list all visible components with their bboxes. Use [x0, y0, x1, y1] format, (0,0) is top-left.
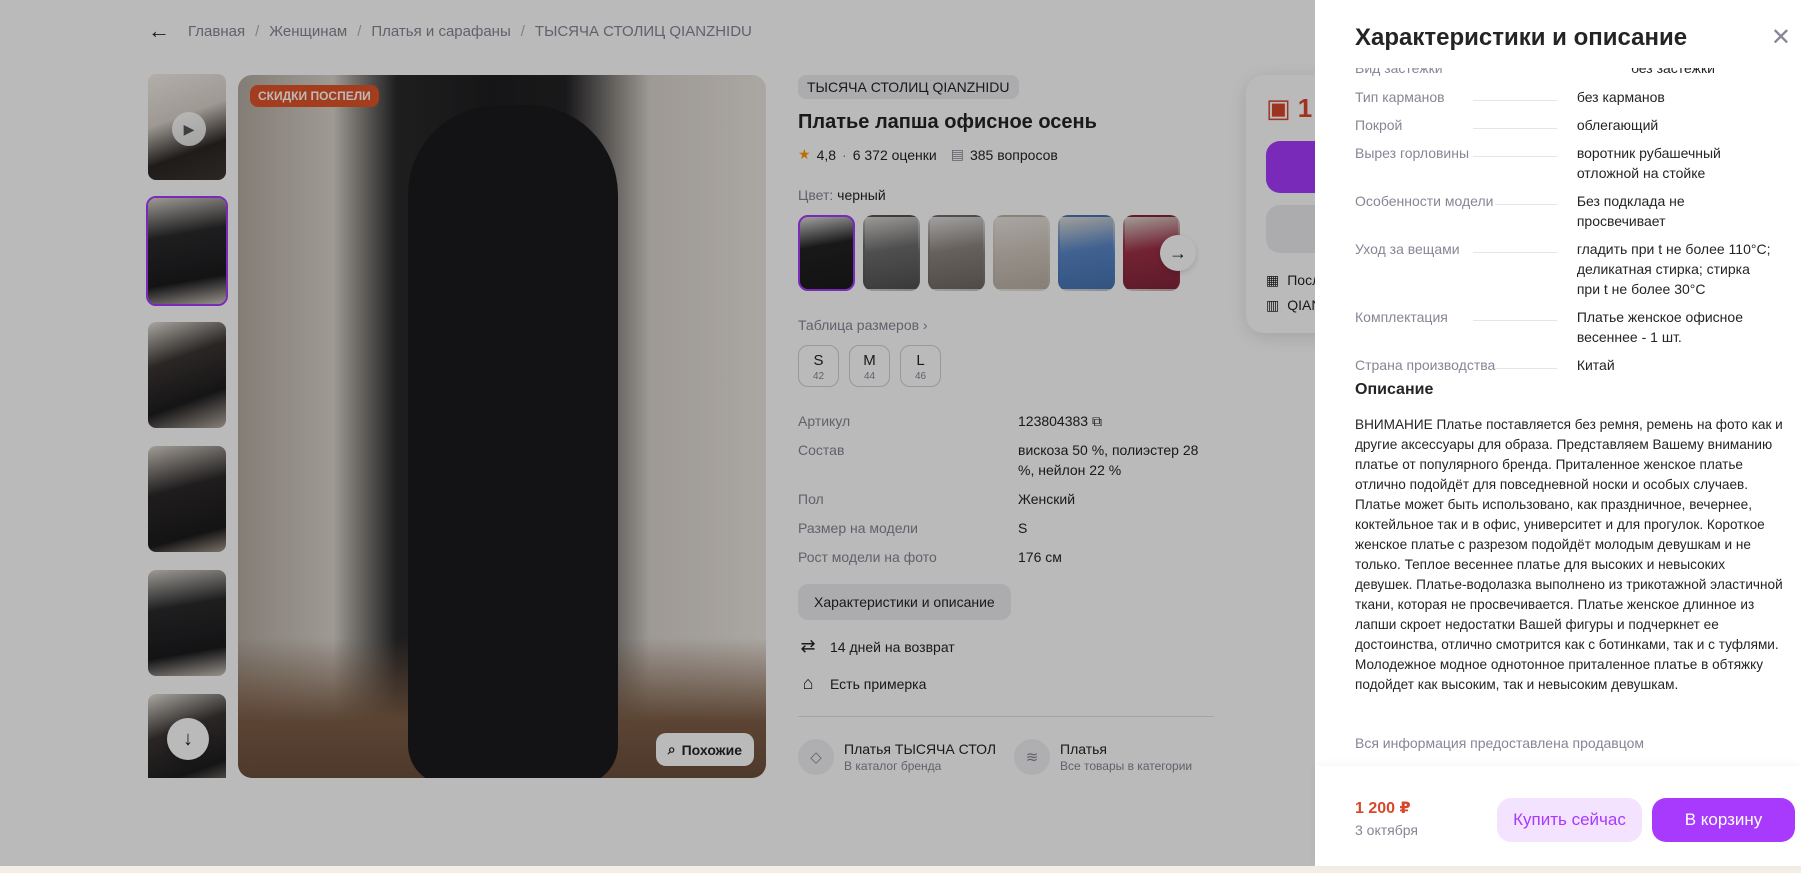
prop-value: Без подклада не просвечивает: [1576, 193, 1685, 229]
prop-row: Особенности модели Без подклада не просв…: [1355, 191, 1775, 231]
prop-key: Комплектация: [1355, 307, 1577, 347]
close-icon[interactable]: ✕: [1771, 26, 1791, 50]
drawer-title: Характеристики и описание: [1355, 24, 1688, 51]
drawer-body: Вид застежки без застежки Тип карманов б…: [1315, 60, 1801, 766]
prop-row: Комплектация Платье женское офисное весе…: [1355, 307, 1775, 347]
prop-row: Покрой облегающий: [1355, 115, 1775, 135]
prop-value: Китай: [1576, 357, 1615, 373]
prop-row: Уход за вещами гладить при t не более 11…: [1355, 239, 1775, 299]
prop-value: Платье женское офисное весеннее - 1 шт.: [1576, 309, 1743, 345]
prop-key: Особенности модели: [1355, 191, 1577, 231]
characteristics-drawer: Характеристики и описание ✕ Вид застежки…: [1315, 0, 1801, 866]
drawer-props: Тип карманов без карманов Покрой облегаю…: [1355, 87, 1775, 383]
footer-price: 1 200 ₽: [1355, 800, 1411, 817]
prop-value: воротник рубашечный отложной на стойке: [1576, 145, 1721, 181]
prop-value: без карманов: [1576, 89, 1665, 105]
description-text: ВНИМАНИЕ Платье поставляется без ремня, …: [1355, 417, 1783, 692]
seller-note: Вся информация предоставлена продавцом: [1355, 735, 1645, 751]
prop-key: Покрой: [1355, 115, 1577, 135]
bottom-strip: [0, 866, 1801, 873]
prop-row: Страна производства Китай: [1355, 355, 1775, 375]
delivery-date: 3 октября: [1355, 822, 1418, 838]
prop-row: Тип карманов без карманов: [1355, 87, 1775, 107]
prop-value: гладить при t не более 110°C; деликатная…: [1576, 241, 1771, 297]
prop-key: Тип карманов: [1355, 87, 1577, 107]
drawer-footer: 1 200 ₽ 3 октября Купить сейчас В корзин…: [1315, 766, 1801, 866]
prop-key: Вырез горловины: [1355, 143, 1577, 183]
buy-now-button[interactable]: Купить сейчас: [1497, 798, 1642, 842]
prop-key: Уход за вещами: [1355, 239, 1577, 299]
prop-row: Вырез горловины воротник рубашечный отло…: [1355, 143, 1775, 183]
prop-key: Страна производства: [1355, 355, 1577, 375]
description-title: Описание: [1355, 381, 1434, 398]
drawer-header: Характеристики и описание ✕: [1315, 0, 1801, 68]
add-to-cart-button[interactable]: В корзину: [1652, 798, 1795, 842]
prop-value: облегающий: [1576, 117, 1659, 133]
